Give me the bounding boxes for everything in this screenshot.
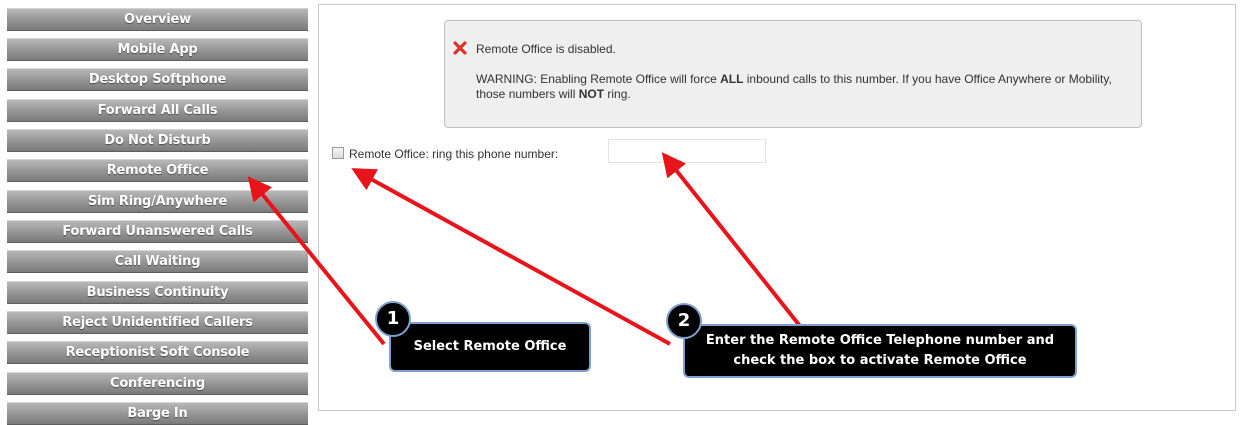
close-x-icon xyxy=(453,41,467,55)
alert-warning: WARNING: Enabling Remote Office will for… xyxy=(476,72,1116,102)
sidebar-item-mobile-app[interactable]: Mobile App xyxy=(7,38,308,61)
step-2-badge: 2 xyxy=(666,303,702,339)
remote-office-checkbox[interactable] xyxy=(332,147,344,159)
sidebar-item-do-not-disturb[interactable]: Do Not Disturb xyxy=(7,129,308,152)
sidebar-item-call-waiting[interactable]: Call Waiting xyxy=(7,250,308,273)
sidebar-item-desktop-softphone[interactable]: Desktop Softphone xyxy=(7,68,308,91)
warning-emphasis-all: ALL xyxy=(720,72,744,86)
remote-office-phone-input[interactable] xyxy=(608,139,766,163)
sidebar-item-overview[interactable]: Overview xyxy=(7,8,308,31)
callout-step-2: Enter the Remote Office Telephone number… xyxy=(683,324,1077,378)
sidebar-item-sim-ring-anywhere[interactable]: Sim Ring/Anywhere xyxy=(7,190,308,213)
alert-title: Remote Office is disabled. xyxy=(476,42,616,56)
sidebar-item-forward-all-calls[interactable]: Forward All Calls xyxy=(7,99,308,122)
warning-emphasis-not: NOT xyxy=(578,87,605,101)
warning-text-start: WARNING: Enabling Remote Office will for… xyxy=(476,72,721,86)
callout-step-2-line-2: check the box to activate Remote Office xyxy=(733,353,1027,368)
step-1-badge: 1 xyxy=(375,301,411,337)
sidebar-item-receptionist-soft-console[interactable]: Receptionist Soft Console xyxy=(7,341,308,364)
warning-text-end: ring. xyxy=(604,87,631,101)
callout-step-1-text: Select Remote Office xyxy=(413,339,567,354)
sidebar-item-business-continuity[interactable]: Business Continuity xyxy=(7,281,308,304)
callout-step-1: Select Remote Office xyxy=(389,322,591,372)
remote-office-label: Remote Office: ring this phone number: xyxy=(349,147,559,161)
status-alert: Remote Office is disabled. WARNING: Enab… xyxy=(444,20,1142,128)
sidebar-item-remote-office[interactable]: Remote Office xyxy=(7,159,308,182)
sidebar-item-forward-unanswered-calls[interactable]: Forward Unanswered Calls xyxy=(7,220,308,243)
sidebar-item-reject-unidentified-callers[interactable]: Reject Unidentified Callers xyxy=(7,311,308,334)
sidebar-item-conferencing[interactable]: Conferencing xyxy=(7,372,308,395)
callout-step-2-line-1: Enter the Remote Office Telephone number… xyxy=(705,333,1055,348)
